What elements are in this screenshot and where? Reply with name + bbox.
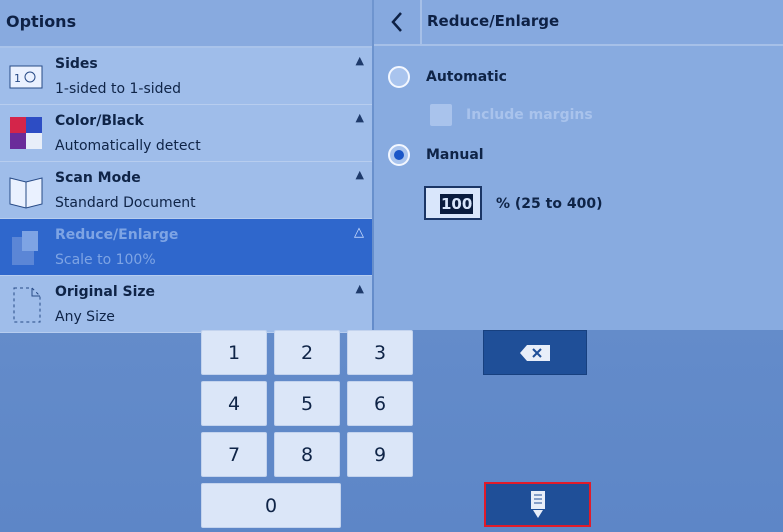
back-button[interactable] xyxy=(374,0,422,44)
sides-icon: 1 xyxy=(6,56,46,96)
key-3[interactable]: 3 xyxy=(347,330,413,375)
done-scan-icon xyxy=(530,490,545,518)
option-original-size[interactable]: Original Size Any Size ▲ xyxy=(0,276,372,333)
reduce-enlarge-panel: Reduce/Enlarge Automatic Include margins… xyxy=(374,0,783,330)
caret-up-icon: △ xyxy=(354,225,364,240)
option-value: 1-sided to 1-sided xyxy=(55,81,182,97)
key-9[interactable]: 9 xyxy=(347,432,413,477)
key-1[interactable]: 1 xyxy=(201,330,267,375)
panel-title: Reduce/Enlarge xyxy=(427,12,560,30)
caret-up-icon: ▲ xyxy=(355,111,364,124)
manual-label: Manual xyxy=(426,147,484,163)
manual-radio[interactable] xyxy=(388,144,410,166)
panel-header: Reduce/Enlarge xyxy=(374,0,783,46)
key-4[interactable]: 4 xyxy=(201,381,267,426)
option-reduce-enlarge[interactable]: Reduce/Enlarge Scale to 100% △ xyxy=(0,219,372,276)
automatic-option[interactable]: Automatic xyxy=(388,66,507,88)
option-color-black[interactable]: Color/Black Automatically detect ▲ xyxy=(0,105,372,162)
caret-up-icon: ▲ xyxy=(355,168,364,181)
option-title: Original Size xyxy=(55,284,156,300)
option-scan-mode[interactable]: Scan Mode Standard Document ▲ xyxy=(0,162,372,219)
automatic-radio[interactable] xyxy=(388,66,410,88)
manual-option[interactable]: Manual xyxy=(388,144,484,166)
option-title: Sides xyxy=(55,56,98,72)
include-margins-label: Include margins xyxy=(466,107,593,123)
option-sides[interactable]: 1 Sides 1-sided to 1-sided ▲ xyxy=(0,48,372,105)
option-value: Scale to 100% xyxy=(55,252,156,268)
caret-up-icon: ▲ xyxy=(355,54,364,67)
original-size-icon xyxy=(6,284,46,324)
percent-input[interactable]: 100 xyxy=(424,186,482,220)
options-header: Options xyxy=(0,0,372,48)
option-title: Reduce/Enlarge xyxy=(55,227,179,243)
percent-range-label: % (25 to 400) xyxy=(496,196,603,212)
caret-up-icon: ▲ xyxy=(355,282,364,295)
options-panel: Options 1 Sides 1-sided to 1-sided ▲ Col… xyxy=(0,0,372,333)
device-screen: Options 1 Sides 1-sided to 1-sided ▲ Col… xyxy=(0,0,783,532)
color-icon xyxy=(6,113,46,153)
key-2[interactable]: 2 xyxy=(274,330,340,375)
key-5[interactable]: 5 xyxy=(274,381,340,426)
option-value: Any Size xyxy=(55,309,115,325)
options-title: Options xyxy=(6,12,77,31)
option-value: Standard Document xyxy=(55,195,196,211)
percent-value: 100 xyxy=(440,194,474,214)
reduce-enlarge-icon xyxy=(6,227,46,267)
automatic-label: Automatic xyxy=(426,69,507,85)
backspace-icon xyxy=(520,344,550,361)
svg-text:1: 1 xyxy=(14,72,21,85)
key-7[interactable]: 7 xyxy=(201,432,267,477)
done-button[interactable] xyxy=(484,482,591,527)
option-value: Automatically detect xyxy=(55,138,201,154)
options-list: 1 Sides 1-sided to 1-sided ▲ Color/Black… xyxy=(0,48,372,333)
key-8[interactable]: 8 xyxy=(274,432,340,477)
backspace-button[interactable] xyxy=(483,330,587,375)
include-margins-checkbox[interactable] xyxy=(430,104,452,126)
key-0[interactable]: 0 xyxy=(201,483,341,528)
include-margins-option[interactable]: Include margins xyxy=(430,104,593,126)
option-title: Color/Black xyxy=(55,113,144,129)
chevron-left-icon xyxy=(391,12,402,32)
scan-mode-icon xyxy=(6,170,46,210)
option-title: Scan Mode xyxy=(55,170,141,186)
key-6[interactable]: 6 xyxy=(347,381,413,426)
